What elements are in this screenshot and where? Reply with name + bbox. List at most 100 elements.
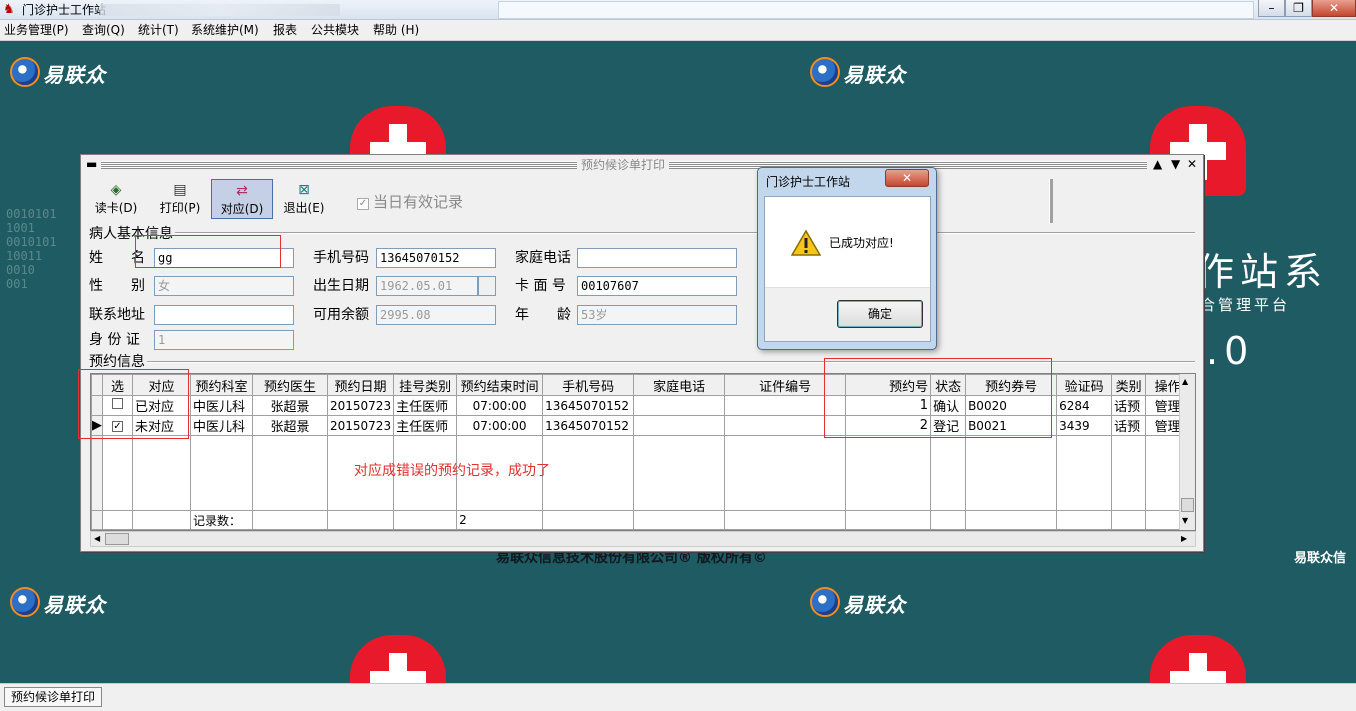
menu-statistics[interactable]: 统计(T) bbox=[138, 23, 179, 38]
match-arrows-icon: ⇄ bbox=[236, 183, 248, 199]
bg-platform-subtitle: 合管理平台 bbox=[1200, 296, 1291, 314]
row-mobile-cell: 13645070152 bbox=[542, 415, 635, 436]
row-dept-cell: 中医儿科 bbox=[190, 395, 253, 416]
toolbar-separator bbox=[1049, 179, 1053, 223]
address-field[interactable] bbox=[154, 305, 294, 325]
card-no-label: 卡 面 号 bbox=[515, 278, 566, 294]
annotation-box-match bbox=[78, 369, 189, 439]
system-menu-icon[interactable]: ▬ bbox=[86, 157, 97, 171]
menu-business[interactable]: 业务管理(P) bbox=[4, 23, 69, 38]
scroll-down-icon[interactable]: ▼ bbox=[1182, 516, 1188, 525]
print-button[interactable]: ▤ 打印(P) bbox=[149, 179, 211, 219]
exit-button[interactable]: ⊠ 退出(E) bbox=[273, 179, 335, 219]
col-end-time[interactable]: 预约结束时间 bbox=[456, 374, 544, 396]
card-no-field[interactable]: 00107607 bbox=[577, 276, 737, 296]
dialog-body: 已成功对应! 确定 bbox=[764, 196, 931, 342]
company-logo: 易联众 bbox=[10, 585, 120, 619]
grid-vertical-scrollbar[interactable]: ▲ ▼ bbox=[1179, 374, 1195, 530]
app-title: 门诊护士工作站 bbox=[22, 3, 107, 17]
row-home-cell bbox=[633, 415, 726, 436]
col-home-phone[interactable]: 家庭电话 bbox=[633, 374, 726, 396]
col-verify[interactable]: 验证码 bbox=[1056, 374, 1113, 396]
appointment-info-group: 预约信息 bbox=[89, 351, 147, 371]
gender-field[interactable]: 女 bbox=[154, 276, 294, 296]
ok-button[interactable]: 确定 bbox=[837, 300, 923, 328]
birth-date-picker-button[interactable] bbox=[478, 276, 496, 296]
card-reader-icon: ◈ bbox=[110, 182, 122, 198]
col-kind[interactable]: 类别 bbox=[1111, 374, 1147, 396]
annotation-box-appointment bbox=[824, 358, 1052, 438]
balance-label: 可用余额 bbox=[313, 307, 369, 323]
logo-ball-icon bbox=[10, 587, 40, 617]
logo-ball-icon bbox=[810, 587, 840, 617]
red-cross-icon bbox=[1150, 635, 1246, 683]
summary-label: 记录数： bbox=[190, 510, 253, 530]
collapse-icon[interactable]: ▲ bbox=[1153, 156, 1162, 172]
row-home-cell bbox=[633, 395, 726, 416]
company-logo: 易联众 bbox=[10, 55, 120, 89]
warning-icon bbox=[791, 229, 821, 256]
row-verify-cell: 6284 bbox=[1056, 395, 1113, 416]
bg-system-title: 作站系 bbox=[1196, 250, 1329, 294]
red-cross-icon bbox=[350, 635, 446, 683]
row-kind-cell: 话预 bbox=[1111, 415, 1147, 436]
col-mobile[interactable]: 手机号码 bbox=[542, 374, 635, 396]
row-reg-type-cell: 主任医师 bbox=[393, 415, 458, 436]
printer-icon: ▤ bbox=[173, 182, 187, 198]
window-tab-appointment-print[interactable]: 预约候诊单打印 bbox=[4, 687, 103, 707]
exit-icon: ⊠ bbox=[298, 182, 310, 198]
gender-label: 性 别 bbox=[89, 278, 145, 294]
row-reg-type-cell: 主任医师 bbox=[393, 395, 458, 416]
minimize-button[interactable]: – bbox=[1258, 0, 1285, 17]
col-reg-type[interactable]: 挂号类别 bbox=[393, 374, 458, 396]
grid-horizontal-scrollbar[interactable]: ◀ ▶ bbox=[90, 531, 1196, 547]
menu-query[interactable]: 查询(Q) bbox=[82, 23, 125, 38]
scroll-left-icon[interactable]: ◀ bbox=[94, 534, 100, 543]
birth-field[interactable]: 1962.05.01 bbox=[376, 276, 478, 296]
id-label: 身 份 证 bbox=[89, 332, 140, 348]
menu-report[interactable]: 报表 bbox=[273, 23, 297, 38]
balance-field[interactable]: 2995.08 bbox=[376, 305, 496, 325]
menu-help[interactable]: 帮助 (H) bbox=[373, 23, 419, 38]
table-empty-area bbox=[91, 435, 1191, 511]
id-field[interactable]: 1 bbox=[154, 330, 294, 350]
restore-icon[interactable]: ▼ bbox=[1171, 156, 1180, 172]
menu-bar: 业务管理(P) 查询(Q) 统计(T) 系统维护(M) 报表 公共模块 帮助 (… bbox=[0, 20, 1356, 41]
child-titlebar: ▬ 预约候诊单打印 ▲ ▼ ✕ bbox=[81, 155, 1203, 175]
col-dept[interactable]: 预约科室 bbox=[190, 374, 253, 396]
row-verify-cell: 3439 bbox=[1056, 415, 1113, 436]
close-icon[interactable]: ✕ bbox=[1187, 156, 1197, 172]
age-field[interactable]: 53岁 bbox=[577, 305, 737, 325]
mobile-label: 手机号码 bbox=[313, 250, 369, 266]
read-card-button[interactable]: ◈ 读卡(D) bbox=[85, 179, 147, 219]
age-label: 年 龄 bbox=[515, 307, 571, 323]
home-phone-label: 家庭电话 bbox=[515, 250, 571, 266]
scroll-right-icon[interactable]: ▶ bbox=[1181, 534, 1187, 543]
birth-label: 出生日期 bbox=[313, 278, 369, 294]
summary-count: 2 bbox=[456, 510, 544, 530]
today-only-checkbox[interactable]: ✓ 当日有效记录 bbox=[357, 191, 463, 212]
dialog-close-button[interactable]: ✕ bbox=[885, 169, 929, 187]
address-label: 联系地址 bbox=[89, 307, 145, 323]
col-doctor[interactable]: 预约医生 bbox=[252, 374, 328, 396]
menu-system[interactable]: 系统维护(M) bbox=[191, 23, 259, 38]
child-title: 预约候诊单打印 bbox=[577, 158, 670, 172]
title-blurred-region bbox=[100, 4, 340, 16]
row-kind-cell: 话预 bbox=[1111, 395, 1147, 416]
match-button[interactable]: ⇄ 对应(D) bbox=[211, 179, 273, 219]
maximize-button[interactable]: ❐ bbox=[1285, 0, 1312, 17]
row-date-cell: 20150723 bbox=[326, 395, 395, 416]
bg-version: .0 bbox=[1206, 329, 1255, 373]
appointment-print-window: ▬ 预约候诊单打印 ▲ ▼ ✕ ◈ 读卡(D) ▤ 打印(P) ⇄ 对应(D) … bbox=[80, 154, 1204, 552]
home-phone-field[interactable] bbox=[577, 248, 737, 268]
window-titlebar: ♞ 门诊护士工作站 – ❐ ✕ bbox=[0, 0, 1356, 20]
col-date[interactable]: 预约日期 bbox=[326, 374, 395, 396]
table-summary-row: 记录数： 2 bbox=[91, 510, 1191, 530]
mobile-field[interactable]: 13645070152 bbox=[376, 248, 496, 268]
dialog-title: 门诊护士工作站 bbox=[766, 175, 851, 189]
dialog-message: 已成功对应! bbox=[829, 236, 894, 250]
close-button[interactable]: ✕ bbox=[1312, 0, 1356, 17]
menu-public[interactable]: 公共模块 bbox=[311, 23, 359, 38]
scroll-up-icon[interactable]: ▲ bbox=[1182, 377, 1188, 386]
app-icon: ♞ bbox=[3, 2, 15, 17]
